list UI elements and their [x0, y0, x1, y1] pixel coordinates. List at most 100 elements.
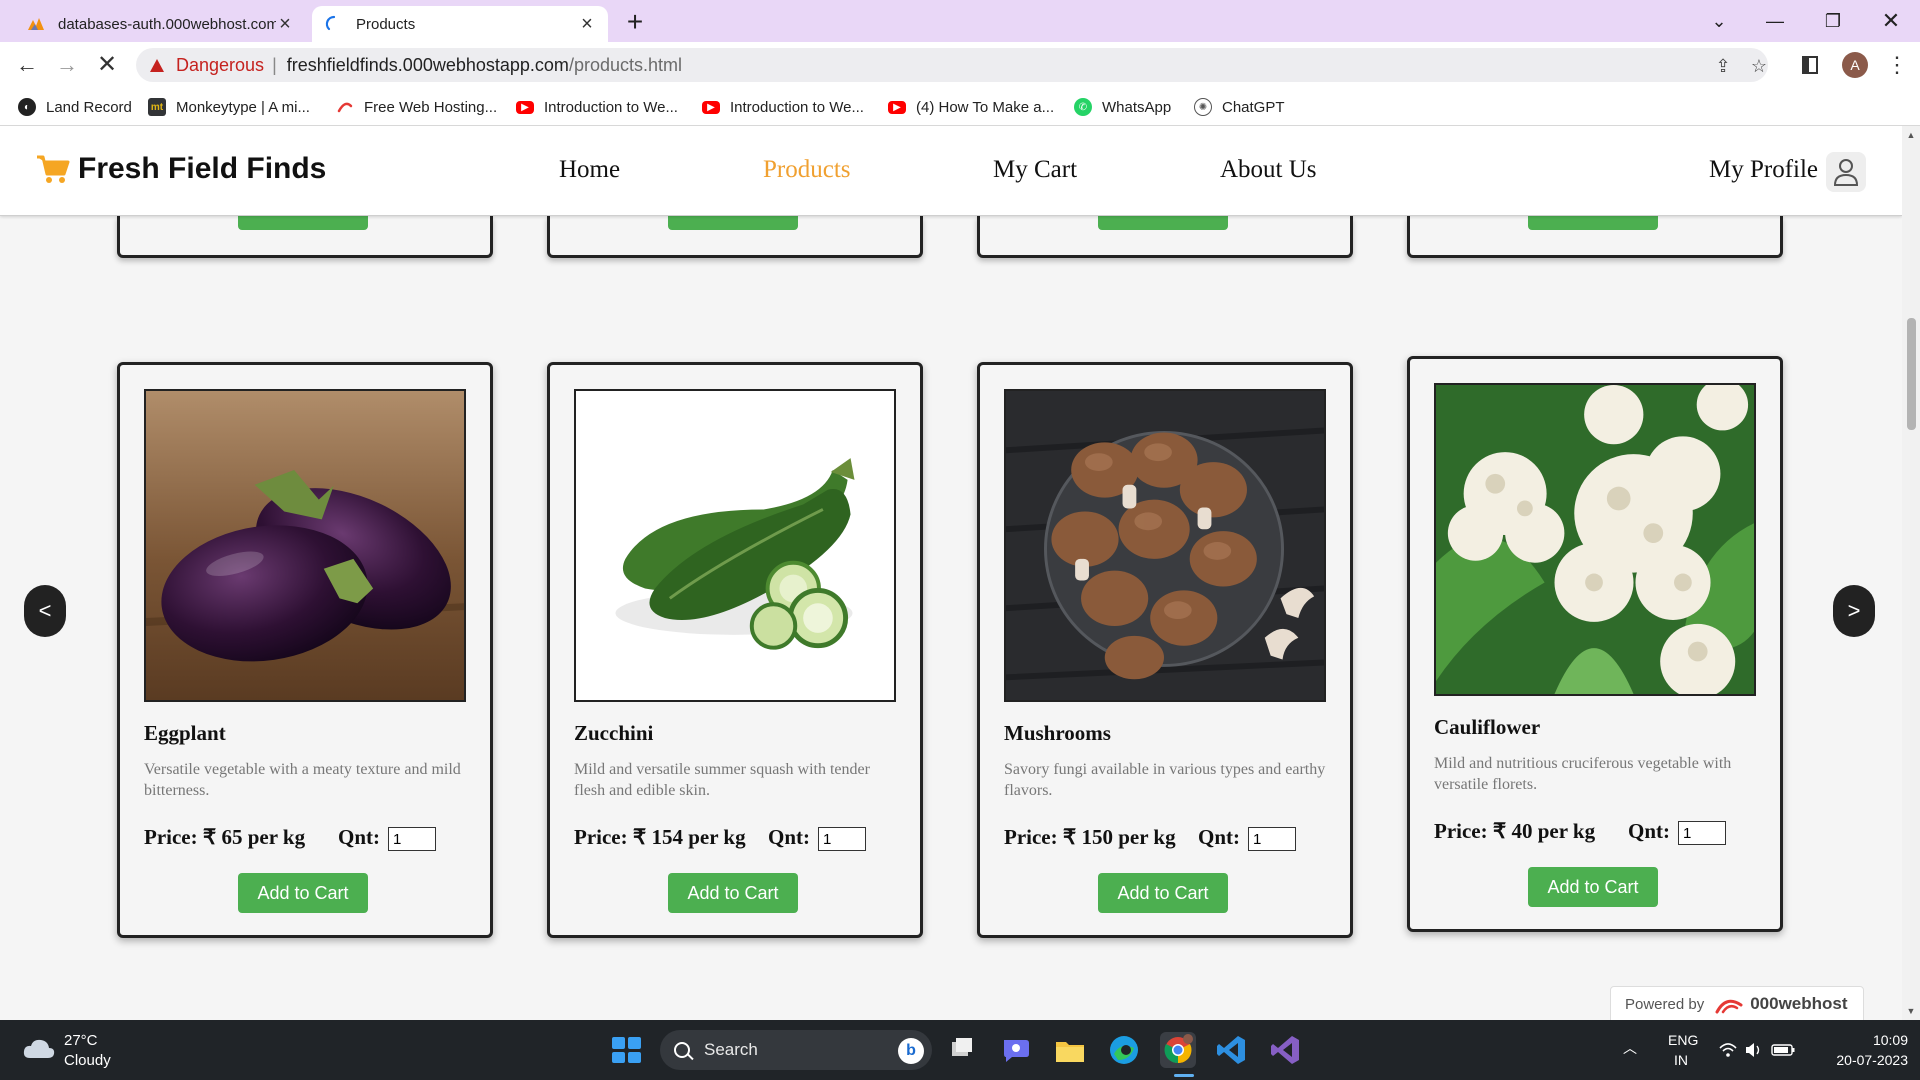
product-price: Price: ₹ 154 per kg	[574, 825, 746, 849]
bookmark-label: Introduction to We...	[544, 98, 678, 116]
bookmark-monkeytype[interactable]: mt Monkeytype | A mi...	[148, 96, 310, 118]
nav-products[interactable]: Products	[763, 156, 851, 184]
monkeytype-icon: mt	[148, 98, 166, 116]
powered-by-label: Powered by	[1625, 995, 1705, 1013]
search-icon	[674, 1042, 690, 1058]
bookmark-label: Free Web Hosting...	[364, 98, 498, 116]
minimize-button[interactable]: —	[1760, 6, 1790, 36]
bookmark-label: ChatGPT	[1222, 98, 1285, 116]
bookmark-youtube-1[interactable]: ▶ Introduction to We...	[516, 96, 678, 118]
close-window-button[interactable]: ✕	[1876, 6, 1906, 36]
edge-browser-icon[interactable]	[1106, 1032, 1142, 1068]
quantity-input[interactable]	[388, 827, 436, 851]
carousel-next-button[interactable]: >	[1833, 585, 1875, 637]
windows-start-button[interactable]	[608, 1033, 642, 1067]
vscode-icon[interactable]	[1214, 1032, 1250, 1068]
tab-databases-auth[interactable]: databases-auth.000webhost.com ×	[14, 6, 306, 42]
close-icon[interactable]: ×	[276, 14, 294, 34]
product-price: Price: ₹ 150 per kg	[1004, 825, 1176, 849]
menu-kebab-icon[interactable]: ⋮	[1886, 52, 1908, 78]
phpmyadmin-icon	[28, 18, 44, 30]
powered-by-badge[interactable]: Powered by 000webhost	[1610, 986, 1864, 1020]
add-to-cart-button[interactable]	[1528, 216, 1658, 230]
nav-home[interactable]: Home	[559, 156, 620, 184]
site-header: Fresh Field Finds Home Products My Cart …	[0, 126, 1902, 216]
quantity-input[interactable]	[1678, 821, 1726, 845]
quantity-input[interactable]	[818, 827, 866, 851]
chevron-up-icon[interactable]: ︿	[1622, 1040, 1638, 1056]
bookmark-star-icon[interactable]: ☆	[1748, 55, 1770, 77]
clock-date[interactable]: 20-07-2023	[1818, 1052, 1908, 1068]
side-panel-icon[interactable]	[1802, 56, 1818, 74]
nav-about-us[interactable]: About Us	[1220, 156, 1317, 184]
page-scrollbar[interactable]: ▲ ▼	[1902, 126, 1920, 1020]
add-to-cart-button[interactable]	[238, 216, 368, 230]
add-to-cart-button[interactable]: Add to Cart	[238, 873, 368, 913]
add-to-cart-button[interactable]: Add to Cart	[668, 873, 798, 913]
shopping-cart-icon	[37, 155, 70, 183]
bookmark-land-record[interactable]: ◐ Land Record	[18, 96, 132, 118]
new-tab-button[interactable]: +	[620, 8, 650, 38]
stop-loading-icon[interactable]: ✕	[92, 50, 122, 80]
bookmark-label: Monkeytype | A mi...	[176, 98, 310, 116]
avatar[interactable]: A	[1842, 52, 1868, 78]
chrome-browser-icon[interactable]	[1160, 1032, 1196, 1068]
weather-temperature[interactable]: 27°C	[64, 1032, 98, 1049]
active-app-indicator	[1174, 1074, 1194, 1077]
quantity-input[interactable]	[1248, 827, 1296, 851]
taskbar-search[interactable]: Search	[660, 1030, 932, 1070]
bookmark-whatsapp[interactable]: ✆ WhatsApp	[1074, 96, 1171, 118]
carousel-prev-button[interactable]: <	[24, 585, 66, 637]
windows-taskbar: 27°C Cloudy Search b ︿ ENG IN 10:09 20-0…	[0, 1020, 1920, 1080]
system-tray-icons[interactable]	[1718, 1040, 1798, 1060]
bookmarks-bar: ◐ Land Record mt Monkeytype | A mi... Fr…	[0, 88, 1920, 126]
weather-condition[interactable]: Cloudy	[64, 1052, 111, 1069]
language-indicator[interactable]: ENG	[1668, 1032, 1698, 1048]
task-view-icon[interactable]	[944, 1032, 980, 1068]
brand[interactable]: Fresh Field Finds	[36, 152, 326, 186]
close-icon[interactable]: ×	[578, 14, 596, 34]
cloud-icon[interactable]	[22, 1036, 56, 1060]
region-indicator[interactable]: IN	[1674, 1052, 1688, 1068]
product-card-zucchini: Zucchini Mild and versatile summer squas…	[547, 362, 923, 938]
quantity-label: Qnt:	[768, 825, 810, 849]
product-name: Mushrooms	[1004, 721, 1111, 745]
scroll-up-arrow-icon[interactable]: ▲	[1906, 130, 1916, 140]
previous-product-card	[547, 216, 923, 258]
nav-my-cart[interactable]: My Cart	[993, 156, 1077, 184]
product-card-mushrooms: Mushrooms Savory fungi available in vari…	[977, 362, 1353, 938]
file-explorer-icon[interactable]	[1052, 1032, 1088, 1068]
tab-search-chevron-icon[interactable]: ⌄	[1704, 6, 1734, 36]
teams-chat-icon[interactable]	[998, 1032, 1034, 1068]
scroll-down-arrow-icon[interactable]: ▼	[1906, 1006, 1916, 1016]
add-to-cart-button[interactable]	[668, 216, 798, 230]
bookmark-label: (4) How To Make a...	[916, 98, 1055, 116]
address-bar[interactable]: Dangerous | freshfieldfinds.000webhostap…	[136, 48, 1768, 82]
back-arrow-icon[interactable]: ←	[12, 50, 42, 80]
add-to-cart-button[interactable]	[1098, 216, 1228, 230]
share-icon[interactable]: ⇪	[1712, 55, 1734, 77]
000webhost-icon	[337, 102, 353, 113]
bing-icon[interactable]: b	[898, 1038, 924, 1064]
bookmark-chatgpt[interactable]: ✺ ChatGPT	[1194, 96, 1285, 118]
brand-name: Fresh Field Finds	[78, 152, 327, 185]
security-status[interactable]: Dangerous	[176, 55, 264, 76]
add-to-cart-button[interactable]: Add to Cart	[1098, 873, 1228, 913]
tab-title: Products	[356, 15, 416, 33]
scrollbar-thumb[interactable]	[1907, 318, 1916, 430]
restore-button[interactable]: ❐	[1818, 6, 1848, 36]
user-profile-icon[interactable]	[1826, 152, 1866, 192]
clock-time[interactable]: 10:09	[1860, 1032, 1908, 1048]
visual-studio-icon[interactable]	[1268, 1032, 1304, 1068]
forward-arrow-icon[interactable]: →	[52, 50, 82, 80]
product-description: Savory fungi available in various types …	[1004, 761, 1326, 799]
bookmark-free-web-hosting[interactable]: Free Web Hosting...	[336, 96, 497, 118]
nav-my-profile[interactable]: My Profile	[1709, 156, 1818, 184]
youtube-icon: ▶	[702, 100, 720, 114]
bookmark-youtube-3[interactable]: ▶ (4) How To Make a...	[888, 96, 1054, 118]
add-to-cart-button[interactable]: Add to Cart	[1528, 867, 1658, 907]
bookmark-youtube-2[interactable]: ▶ Introduction to We...	[702, 96, 864, 118]
bookmark-label: Introduction to We...	[730, 98, 864, 116]
tab-products[interactable]: Products ×	[312, 6, 608, 42]
powered-by-brand: 000webhost	[1750, 994, 1848, 1013]
